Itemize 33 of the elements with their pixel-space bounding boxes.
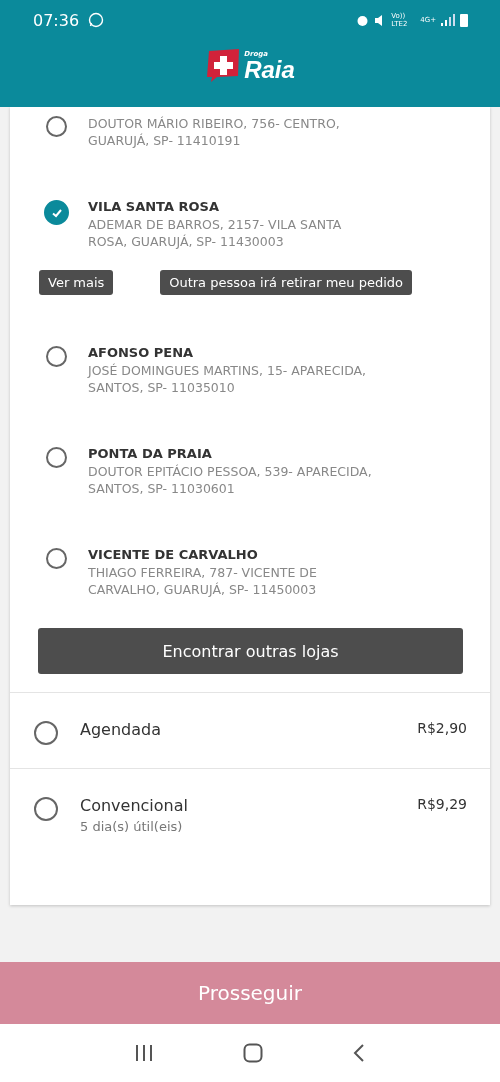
radio-button[interactable]: [46, 346, 67, 367]
checked-radio-icon[interactable]: [44, 200, 69, 225]
store-address: DOUTOR EPITÁCIO PESSOA, 539- APARECIDA, SANTOS, SP- 11030601: [88, 463, 373, 497]
shipping-price: R$2,90: [417, 720, 467, 736]
store-action-button[interactable]: Outra pessoa irá retirar meu pedido: [160, 270, 412, 295]
shipping-option-note: 5 dia(s) útil(eis): [80, 819, 184, 834]
radio-button[interactable]: [46, 548, 67, 569]
cross-logo-icon: [205, 48, 242, 82]
radio-button[interactable]: [46, 116, 67, 137]
back-icon[interactable]: [351, 1044, 366, 1062]
shipping-option-name: Convencional: [80, 796, 189, 815]
store-address: JOSÉ DOMINGUES MARTINS, 15- APARECIDA, SANTOS, SP- 11035010: [88, 362, 368, 396]
shipping-price: R$9,29: [417, 796, 467, 812]
chat-bubble-icon: [88, 12, 105, 28]
store-name: AFONSO PENA: [88, 345, 195, 360]
recent-apps-icon[interactable]: [134, 1045, 155, 1061]
battery-icon: [460, 13, 468, 27]
store-address: THIAGO FERREIRA, 787- VICENTE DE CARVALHO, GUARUJÁ, SP- 11450003: [88, 564, 318, 598]
status-time: 07:36: [33, 10, 80, 30]
shipping-option-name: Agendada: [80, 720, 162, 739]
radio-button[interactable]: [34, 721, 58, 745]
store-address: DOUTOR MÁRIO RIBEIRO, 756- CENTRO, GUARUJÁ, SP- 11410191: [88, 115, 341, 149]
store-address: ADEMAR DE BARROS, 2157- VILA SANTA ROSA, GUARUJÁ, SP- 11430003: [88, 216, 343, 250]
signal-icon: [441, 14, 455, 26]
store-name: VILA SANTA ROSA: [88, 199, 220, 214]
store-name: PONTA DA PRAIA: [88, 446, 213, 461]
find-stores-button[interactable]: Encontrar outras lojas: [38, 628, 463, 674]
radio-button[interactable]: [34, 797, 58, 821]
store-action-button[interactable]: Ver mais: [39, 270, 114, 295]
radio-button[interactable]: [46, 447, 67, 468]
logo-text: Raia: [244, 58, 295, 82]
store-name: VICENTE DE CARVALHO: [88, 547, 259, 562]
home-icon[interactable]: [243, 1043, 263, 1063]
